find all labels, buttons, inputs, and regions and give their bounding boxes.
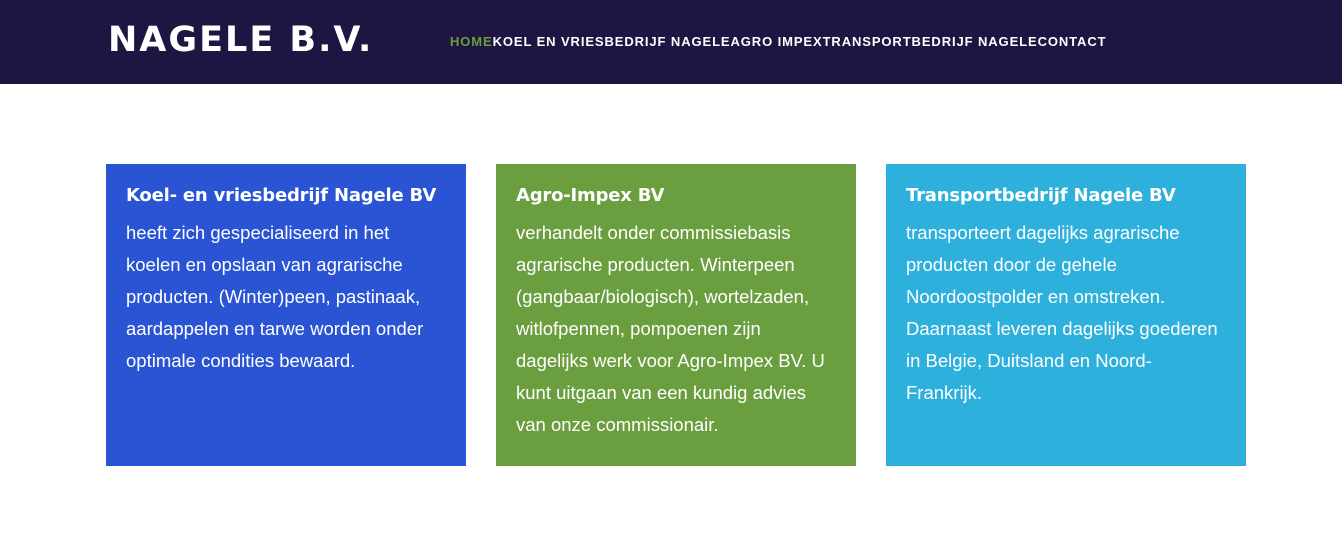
card-title: Agro-Impex BV bbox=[516, 185, 665, 206]
card-text: verhandelt onder commissiebasis agrarisc… bbox=[516, 222, 825, 435]
site-logo[interactable]: NAGELE B.V. bbox=[108, 18, 373, 62]
card-transportbedrijf: Transportbedrijf Nagele BV transporteert… bbox=[886, 164, 1246, 466]
nav-item-transportbedrijf[interactable]: TRANSPORTBEDRIJF NAGELE bbox=[823, 33, 1038, 50]
card-text: transporteert dagelijks agrarische produ… bbox=[906, 222, 1218, 403]
card-title: Transportbedrijf Nagele BV bbox=[906, 185, 1176, 206]
nav-item-agro-impex[interactable]: AGRO IMPEX bbox=[730, 33, 822, 50]
card-title: Koel- en vriesbedrijf Nagele BV bbox=[126, 185, 437, 206]
card-agro-impex: Agro-Impex BV verhandelt onder commissie… bbox=[496, 164, 856, 466]
nav-item-contact[interactable]: CONTACT bbox=[1038, 33, 1107, 50]
card-text: heeft zich gespecialiseerd in het koelen… bbox=[126, 222, 424, 371]
nav-item-koel-en-vriesbedrijf[interactable]: KOEL EN VRIESBEDRIJF NAGELE bbox=[493, 33, 731, 50]
card-koel-en-vriesbedrijf: Koel- en vriesbedrijf Nagele BV heeft zi… bbox=[106, 164, 466, 466]
nav-item-home[interactable]: HOME bbox=[450, 33, 493, 50]
site-header: NAGELE B.V. HOME KOEL EN VRIESBEDRIJF NA… bbox=[0, 0, 1342, 84]
nav-list: HOME KOEL EN VRIESBEDRIJF NAGELE AGRO IM… bbox=[450, 33, 1106, 50]
